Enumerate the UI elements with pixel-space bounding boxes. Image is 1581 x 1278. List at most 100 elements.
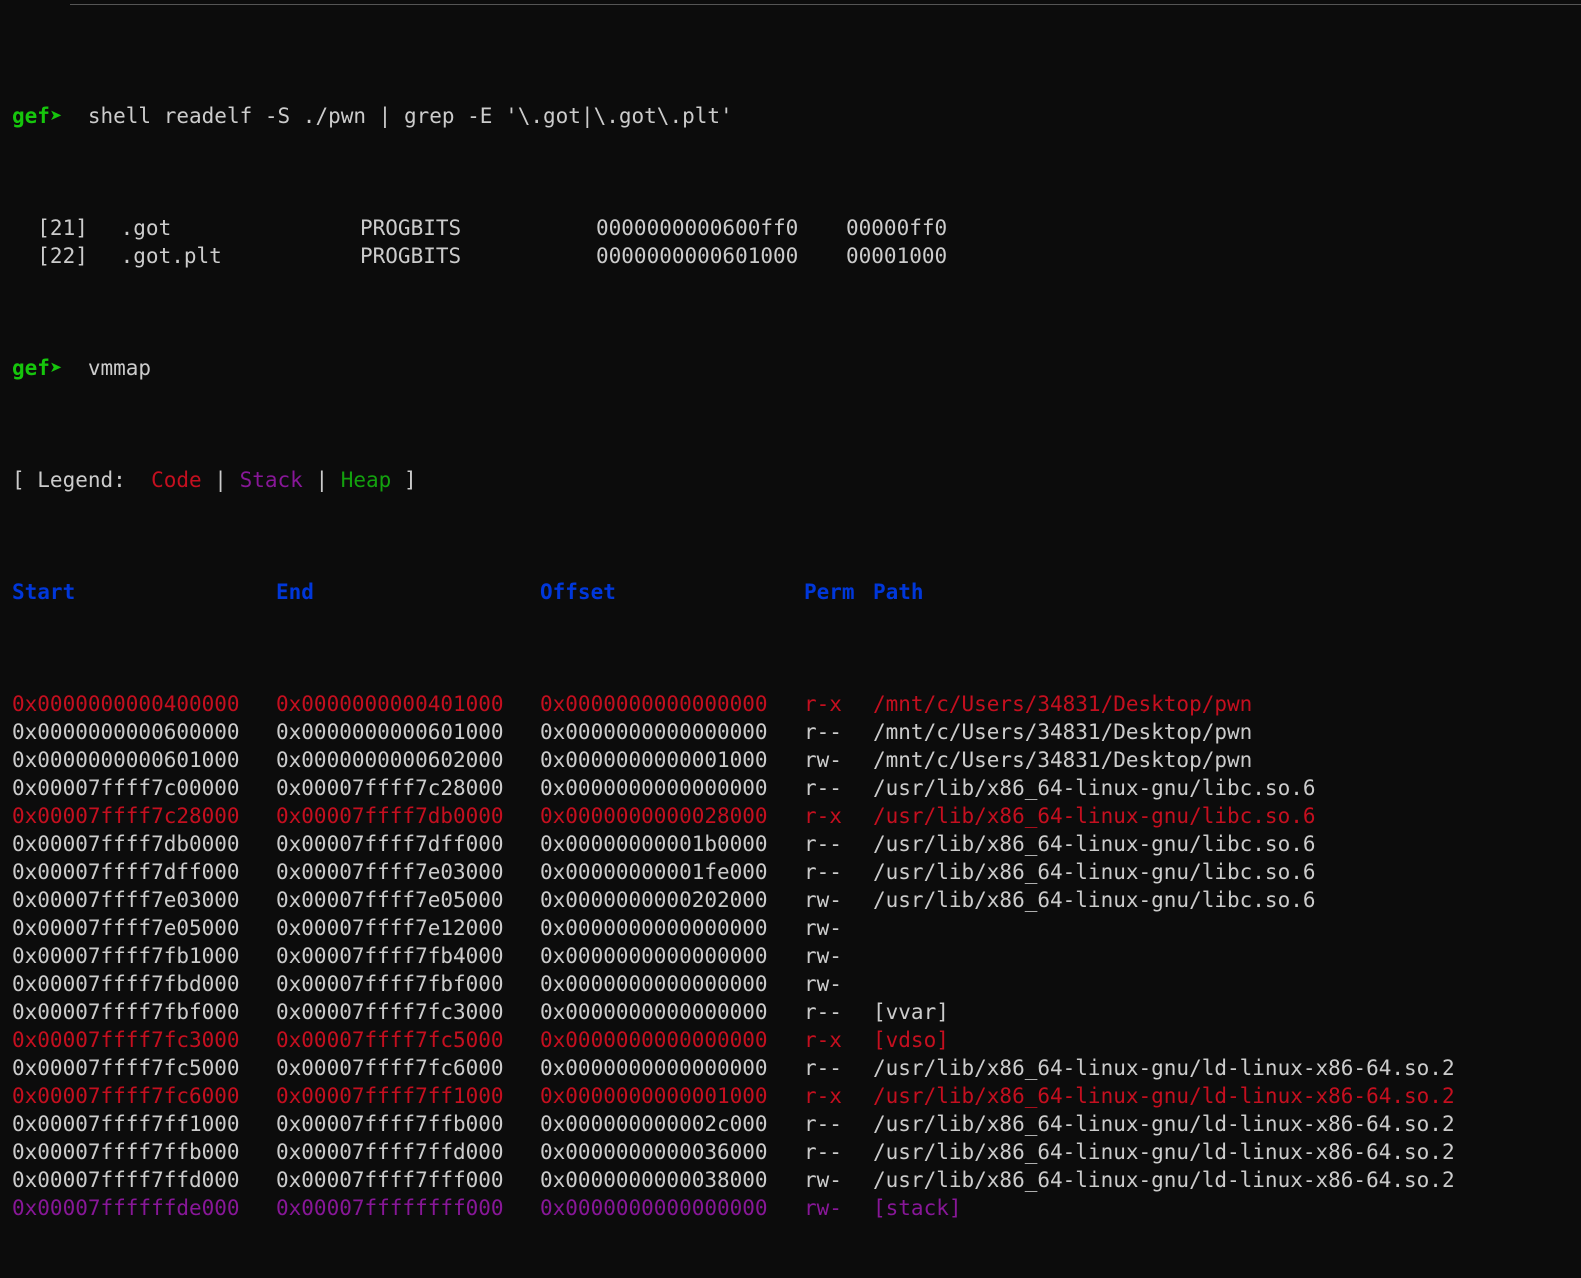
command-text: shell readelf -S ./pwn | grep -E '\.got|… — [62, 104, 733, 128]
vmmap-row: 0x00007ffff7dff000 0x00007ffff7e03000 0x00… — [12, 858, 1455, 886]
vmmap-start: 0x0000000000400000 — [12, 692, 240, 716]
vmmap-offset: 0x0000000000000000 — [540, 720, 768, 744]
vmmap-end: 0x00007ffff7fbf000 — [276, 972, 504, 996]
vmmap-path: /usr/lib/x86_64-linux-gnu/libc.so.6 — [873, 776, 1316, 800]
legend-code: Code — [151, 468, 202, 492]
vmmap-row: 0x00007ffff7fbf000 0x00007ffff7fc3000 0x00… — [12, 998, 1455, 1026]
legend-heap: Heap — [340, 468, 392, 492]
vmmap-end: 0x00007ffff7fc3000 — [276, 1000, 504, 1024]
vmmap-path: /mnt/c/Users/34831/Desktop/pwn — [873, 748, 1253, 772]
vmmap-start: 0x00007ffff7ffd000 — [12, 1168, 240, 1192]
header-end: End — [276, 580, 314, 604]
vmmap-perm: r-- — [804, 720, 842, 744]
section-offset: 00001000 — [846, 244, 948, 268]
legend-prefix: [ Legend: — [12, 468, 152, 492]
vmmap-start: 0x00007ffff7dff000 — [12, 860, 240, 884]
command-text: vmmap — [62, 356, 152, 380]
vmmap-perm: rw- — [804, 1196, 842, 1220]
legend-separator: | — [302, 468, 341, 492]
header-path: Path — [873, 580, 924, 604]
vmmap-end: 0x00007ffff7fff000 — [276, 1168, 504, 1192]
vmmap-row: 0x00007ffff7db0000 0x00007ffff7dff000 0x00… — [12, 830, 1455, 858]
vmmap-offset: 0x0000000000000000 — [540, 972, 768, 996]
section-row: [21] .got PROGBITS 0000000000600ff0 00000ff… — [12, 214, 1455, 242]
vmmap-perm: rw- — [804, 748, 842, 772]
section-name: .got — [108, 216, 172, 240]
vmmap-start: 0x00007ffff7fbf000 — [12, 1000, 240, 1024]
vmmap-end: 0x00007ffff7db0000 — [276, 804, 504, 828]
legend-line: [ Legend: Code | Stack | Heap ] — [12, 466, 1455, 494]
vmmap-perm: r-x — [804, 804, 842, 828]
section-list: [21] .got PROGBITS 0000000000600ff0 00000ff… — [12, 214, 1455, 270]
header-start: Start — [12, 580, 76, 604]
vmmap-offset: 0x00000000001fe000 — [540, 860, 768, 884]
vmmap-path: /usr/lib/x86_64-linux-gnu/ld-linux-x86-6… — [873, 1084, 1455, 1108]
vmmap-offset: 0x0000000000000000 — [540, 916, 768, 940]
top-divider — [70, 4, 1581, 5]
vmmap-offset: 0x0000000000036000 — [540, 1140, 768, 1164]
section-index: [22] — [12, 244, 88, 268]
vmmap-perm: r-- — [804, 1140, 842, 1164]
vmmap-path: [vdso] — [873, 1028, 949, 1052]
vmmap-end: 0x00007ffff7fc6000 — [276, 1056, 504, 1080]
vmmap-offset: 0x0000000000038000 — [540, 1168, 768, 1192]
vmmap-perm: r-x — [804, 1084, 842, 1108]
header-perm: Perm — [804, 580, 855, 604]
vmmap-row: 0x00007ffff7c28000 0x00007ffff7db0000 0x00… — [12, 802, 1455, 830]
section-type: PROGBITS — [360, 244, 462, 268]
vmmap-start: 0x00007ffff7ffb000 — [12, 1140, 240, 1164]
vmmap-path: /usr/lib/x86_64-linux-gnu/libc.so.6 — [873, 804, 1316, 828]
vmmap-end: 0x00007ffff7fb4000 — [276, 944, 504, 968]
vmmap-path: /usr/lib/x86_64-linux-gnu/ld-linux-x86-6… — [873, 1112, 1455, 1136]
vmmap-start: 0x00007ffff7c28000 — [12, 804, 240, 828]
vmmap-start: 0x00007ffff7e05000 — [12, 916, 240, 940]
command-line-readelf: gef➤ shell readelf -S ./pwn | grep -E '\… — [12, 102, 1455, 130]
vmmap-start: 0x00007ffff7fbd000 — [12, 972, 240, 996]
section-address: 0000000000601000 — [596, 244, 799, 268]
vmmap-offset: 0x0000000000000000 — [540, 776, 768, 800]
vmmap-perm: r-- — [804, 1112, 842, 1136]
vmmap-start: 0x00007ffff7fc5000 — [12, 1056, 240, 1080]
vmmap-row: 0x00007ffff7fc6000 0x00007ffff7ff1000 0x00… — [12, 1082, 1455, 1110]
vmmap-row: 0x00007ffff7e03000 0x00007ffff7e05000 0x00… — [12, 886, 1455, 914]
vmmap-perm: r-- — [804, 1056, 842, 1080]
legend-suffix: ] — [391, 468, 417, 492]
terminal-window[interactable]: gef➤ shell readelf -S ./pwn | grep -E '\… — [0, 0, 1581, 1220]
vmmap-table: 0x0000000000400000 0x0000000000401000 0x00… — [12, 690, 1455, 1222]
vmmap-row: 0x00007ffff7ffd000 0x00007ffff7fff000 0x00… — [12, 1166, 1455, 1194]
vmmap-end: 0x0000000000401000 — [276, 692, 504, 716]
vmmap-offset: 0x0000000000000000 — [540, 1056, 768, 1080]
vmmap-path: /usr/lib/x86_64-linux-gnu/ld-linux-x86-6… — [873, 1140, 1455, 1164]
terminal-output: gef➤ shell readelf -S ./pwn | grep -E '\… — [12, 18, 1455, 1278]
vmmap-perm: rw- — [804, 944, 842, 968]
prompt: gef➤ — [12, 356, 63, 380]
vmmap-offset: 0x0000000000000000 — [540, 944, 768, 968]
vmmap-offset: 0x0000000000000000 — [540, 1196, 768, 1220]
vmmap-row: 0x00007ffff7fb1000 0x00007ffff7fb4000 0x00… — [12, 942, 1455, 970]
vmmap-row: 0x00007ffff7ffb000 0x00007ffff7ffd000 0x00… — [12, 1138, 1455, 1166]
vmmap-end: 0x00007ffff7dff000 — [276, 832, 504, 856]
vmmap-end: 0x0000000000602000 — [276, 748, 504, 772]
vmmap-perm: r-- — [804, 1000, 842, 1024]
section-name: .got.plt — [108, 244, 222, 268]
vmmap-row: 0x00007ffff7ff1000 0x00007ffff7ffb000 0x00… — [12, 1110, 1455, 1138]
vmmap-end: 0x00007ffffffff000 — [276, 1196, 504, 1220]
vmmap-path: /usr/lib/x86_64-linux-gnu/libc.so.6 — [873, 832, 1316, 856]
vmmap-start: 0x00007ffff7fb1000 — [12, 944, 240, 968]
vmmap-start: 0x00007ffffffde000 — [12, 1196, 240, 1220]
vmmap-header-row: Start End Offset Perm Path — [12, 578, 1455, 606]
vmmap-start: 0x00007ffff7fc6000 — [12, 1084, 240, 1108]
vmmap-perm: r-x — [804, 692, 842, 716]
vmmap-start: 0x00007ffff7c00000 — [12, 776, 240, 800]
vmmap-end: 0x00007ffff7fc5000 — [276, 1028, 504, 1052]
vmmap-perm: r-x — [804, 1028, 842, 1052]
vmmap-offset: 0x0000000000028000 — [540, 804, 768, 828]
section-offset: 00000ff0 — [846, 216, 948, 240]
vmmap-end: 0x00007ffff7c28000 — [276, 776, 504, 800]
vmmap-end: 0x00007ffff7ffd000 — [276, 1140, 504, 1164]
vmmap-row: 0x0000000000400000 0x0000000000401000 0x00… — [12, 690, 1455, 718]
section-type: PROGBITS — [360, 216, 462, 240]
vmmap-perm: r-- — [804, 860, 842, 884]
vmmap-row: 0x00007ffff7fbd000 0x00007ffff7fbf000 0x00… — [12, 970, 1455, 998]
vmmap-offset: 0x0000000000000000 — [540, 1000, 768, 1024]
